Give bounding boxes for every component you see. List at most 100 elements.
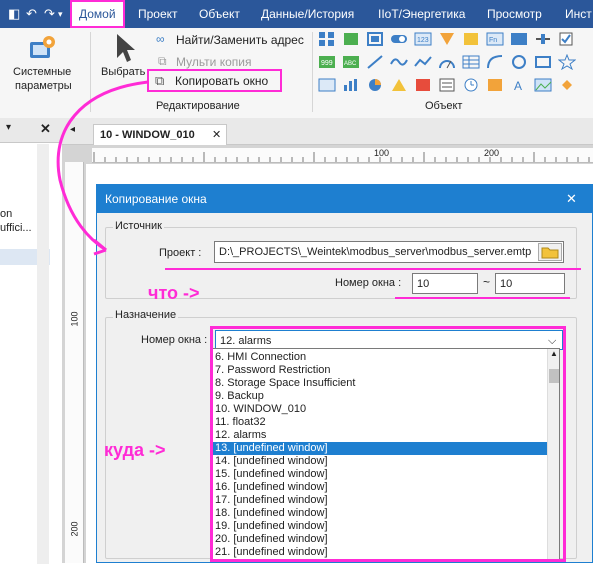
dropdown-item[interactable]: 10. WINDOW_010 <box>213 403 547 416</box>
table-icon[interactable] <box>462 54 480 70</box>
xy-plot-icon[interactable] <box>414 54 432 70</box>
numeric-input-icon[interactable]: 999 <box>318 54 336 70</box>
scrollbar-thumb[interactable] <box>549 369 559 383</box>
combo-button-icon[interactable] <box>510 31 528 47</box>
word-lamp-icon[interactable] <box>366 31 384 47</box>
multi-copy-button[interactable]: Мульти копия <box>176 55 251 69</box>
dropdown-item[interactable]: 7. Password Restriction <box>213 364 547 377</box>
menu-data-history[interactable]: Данные/История <box>261 0 354 28</box>
dropdown-item[interactable]: 21. [undefined window] <box>213 546 547 559</box>
menu-object[interactable]: Объект <box>199 0 240 28</box>
scroll-up-icon[interactable]: ▲ <box>550 349 558 358</box>
ribbon-separator <box>90 32 91 112</box>
text-icon[interactable]: A <box>510 77 528 93</box>
meter-icon[interactable] <box>438 54 456 70</box>
dropdown-item[interactable]: 18. [undefined window] <box>213 507 547 520</box>
bit-lamp-icon[interactable] <box>342 31 360 47</box>
dialog-title: Копирование окна <box>105 192 207 206</box>
dropdown-item[interactable]: 20. [undefined window] <box>213 533 547 546</box>
range-tilde: ~ <box>483 275 491 289</box>
close-icon[interactable]: ✕ <box>566 185 577 213</box>
dropdown-item[interactable]: 16. [undefined window] <box>213 481 547 494</box>
dest-window-select[interactable]: 12. alarms ⌵ <box>215 330 563 350</box>
circle-icon[interactable] <box>510 54 528 70</box>
annotation-where: куда -> <box>104 440 166 460</box>
tree-item-text[interactable]: uffici... <box>0 222 32 234</box>
source-legend: Источник <box>113 220 164 232</box>
slider-icon[interactable] <box>534 31 552 47</box>
svg-text:ABC: ABC <box>344 61 357 67</box>
keypad-icon[interactable] <box>486 77 504 93</box>
folder-icon <box>541 247 559 259</box>
left-panel-scrollbar[interactable] <box>37 144 49 564</box>
select-button[interactable]: Выбрать <box>101 66 145 78</box>
event-icon[interactable] <box>414 77 432 93</box>
trend-icon[interactable] <box>390 54 408 70</box>
dropdown-item[interactable]: 13. [undefined window] <box>213 442 547 455</box>
rectangle-icon[interactable] <box>534 54 552 70</box>
menu-project[interactable]: Проект <box>138 0 178 28</box>
toggle-switch-icon[interactable] <box>390 31 408 47</box>
star-icon[interactable] <box>558 54 576 70</box>
menu-home[interactable]: Домой <box>70 0 125 28</box>
dropdown-item[interactable]: 19. [undefined window] <box>213 520 547 533</box>
ruler-label: 200 <box>69 521 80 537</box>
dropdown-item[interactable]: 6. HMI Connection <box>213 351 547 364</box>
dropdown-item[interactable]: 8. Storage Space Insufficient <box>213 377 547 390</box>
quick-access-dropdown-icon[interactable]: ▾ <box>58 9 63 20</box>
picture-icon[interactable] <box>534 77 552 93</box>
ribbon: Системные параметры Выбрать ∞ Найти/Заме… <box>0 28 593 119</box>
button-grid-icon[interactable] <box>318 31 336 47</box>
alarm-icon[interactable] <box>390 77 408 93</box>
browse-button[interactable] <box>538 243 562 261</box>
tab-scroll-left-icon[interactable]: ◂ <box>70 124 75 135</box>
close-icon[interactable]: ✕ <box>212 125 221 145</box>
find-replace-icon: ∞ <box>156 32 165 46</box>
redo-icon[interactable]: ↷ <box>44 6 55 22</box>
numeric-display-icon[interactable]: 123 <box>414 31 432 47</box>
close-icon[interactable]: ✕ <box>40 121 51 137</box>
arc-icon[interactable] <box>486 54 504 70</box>
bar-graph-icon[interactable] <box>342 77 360 93</box>
function-key-icon[interactable]: Fn <box>486 31 504 47</box>
dropdown-item[interactable]: 14. [undefined window] <box>213 455 547 468</box>
dropdown-item[interactable]: 12. alarms <box>213 429 547 442</box>
dest-window-value: 12. alarms <box>220 335 272 347</box>
system-params-icon[interactable] <box>28 34 56 64</box>
find-replace-button[interactable]: Найти/Заменить адрес <box>176 33 304 47</box>
tab-window-010[interactable]: 10 - WINDOW_010 ✕ <box>93 124 227 145</box>
ascii-input-icon[interactable]: ABC <box>342 54 360 70</box>
tree-item-text[interactable]: on <box>0 208 12 220</box>
pie-icon[interactable] <box>366 77 384 93</box>
ruler-ticks <box>93 152 590 162</box>
bitmap-icon[interactable] <box>318 77 336 93</box>
dropdown-scrollbar[interactable]: ▲ <box>547 349 559 560</box>
checkbox-icon[interactable] <box>558 31 576 47</box>
dest-window-label: Номер окна : <box>141 334 208 346</box>
line-icon[interactable] <box>366 54 384 70</box>
dropdown-item[interactable]: 9. Backup <box>213 390 547 403</box>
more-objects-icon[interactable] <box>558 77 576 93</box>
recipe-icon[interactable] <box>438 77 456 93</box>
copy-window-button[interactable]: ⧉ Копировать окно <box>147 69 282 92</box>
dest-window-dropdown-list[interactable]: 6. HMI Connection 7. Password Restriction… <box>212 348 560 561</box>
window-from-field[interactable]: 10 <box>412 273 478 294</box>
undo-icon[interactable]: ↶ <box>26 6 37 22</box>
copy-window-icon: ⧉ <box>155 73 165 88</box>
annotation-underline-source <box>165 268 581 270</box>
menu-tools[interactable]: Инст <box>565 0 592 28</box>
dropdown-item[interactable]: 11. float32 <box>213 416 547 429</box>
dropdown-item[interactable]: 15. [undefined window] <box>213 468 547 481</box>
pin-icon[interactable]: ▾ <box>6 122 11 133</box>
project-path-field[interactable]: D:\_PROJECTS\_Weintek\modbus_server\modb… <box>214 241 564 263</box>
window-to-field[interactable]: 10 <box>495 273 565 294</box>
menu-iiot[interactable]: IIoT/Энергетика <box>378 0 465 28</box>
cursor-icon[interactable] <box>114 32 136 67</box>
item-list-icon[interactable] <box>462 31 480 47</box>
multi-state-icon[interactable] <box>438 31 456 47</box>
group-edit-label: Редактирование <box>156 100 240 112</box>
dropdown-item[interactable]: 17. [undefined window] <box>213 494 547 507</box>
date-time-icon[interactable] <box>462 77 480 93</box>
menu-view[interactable]: Просмотр <box>487 0 542 28</box>
app-icon[interactable]: ◧ <box>8 6 20 22</box>
